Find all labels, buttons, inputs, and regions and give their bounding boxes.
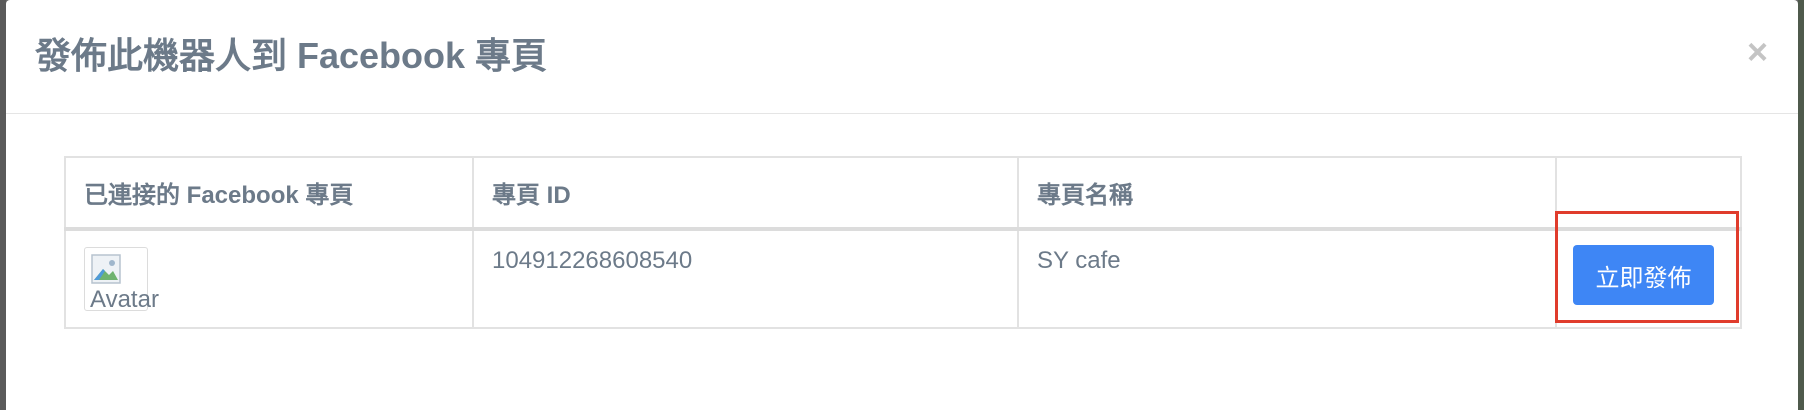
- page-avatar-cell: Avatar: [64, 228, 474, 329]
- connected-pages-table-wrapper: 已連接的 Facebook 專頁 專頁 ID 專頁名稱 Avatar 10491…: [64, 156, 1742, 329]
- avatar: Avatar: [84, 247, 159, 313]
- publish-now-button[interactable]: 立即發佈: [1573, 245, 1714, 305]
- header-action: [1555, 156, 1742, 231]
- header-page-name: 專頁名稱: [1017, 156, 1557, 231]
- header-page-id: 專頁 ID: [472, 156, 1019, 231]
- broken-image-icon: [91, 254, 121, 284]
- avatar-alt-text: Avatar: [90, 286, 159, 313]
- modal-backdrop-right: [1798, 0, 1804, 410]
- table-header-row: 已連接的 Facebook 專頁 專頁 ID 專頁名稱: [64, 156, 1742, 231]
- publish-bot-modal: 發佈此機器人到 Facebook 專頁 × 已連接的 Facebook 專頁 專…: [6, 0, 1798, 410]
- page-action-cell: 立即發佈: [1555, 211, 1742, 329]
- modal-header: 發佈此機器人到 Facebook 專頁 ×: [6, 0, 1798, 114]
- page-name-cell: SY cafe: [1017, 228, 1557, 329]
- header-connected-page: 已連接的 Facebook 專頁: [64, 156, 474, 231]
- page-id-cell: 104912268608540: [472, 228, 1019, 329]
- close-icon[interactable]: ×: [1747, 32, 1768, 72]
- table-row: Avatar 104912268608540 SY cafe 立即發佈: [64, 211, 1742, 329]
- connected-pages-table: 已連接的 Facebook 專頁 專頁 ID 專頁名稱 Avatar 10491…: [64, 156, 1742, 329]
- modal-title: 發佈此機器人到 Facebook 專頁: [35, 35, 548, 76]
